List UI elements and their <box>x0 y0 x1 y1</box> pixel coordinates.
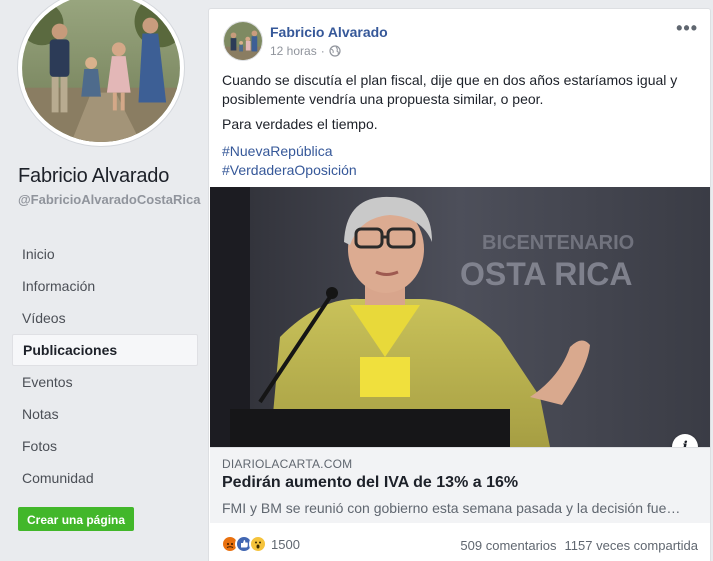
nav-item-informacion[interactable]: Información <box>12 270 198 302</box>
nav-item-inicio[interactable]: Inicio <box>12 238 198 270</box>
family-photo <box>22 0 180 142</box>
reactions-summary[interactable]: 1500 <box>221 535 300 553</box>
nav-item-fotos[interactable]: Fotos <box>12 430 198 462</box>
page-title: Fabricio Alvarado <box>18 165 170 187</box>
page-sidebar: Fabricio Alvarado @FabricioAlvaradoCosta… <box>0 0 208 561</box>
hashtag-link[interactable]: #NuevaRepública <box>222 142 692 161</box>
hashtag-link[interactable]: #VerdaderaOposición <box>222 161 692 180</box>
profile-picture[interactable] <box>18 0 184 146</box>
page-navigation: Inicio Información Vídeos Publicaciones … <box>12 238 198 494</box>
shares-count[interactable]: 1157 veces compartida <box>565 538 698 553</box>
nav-item-publicaciones[interactable]: Publicaciones <box>12 334 198 366</box>
globe-icon[interactable] <box>329 45 341 57</box>
link-description: FMI y BM se reunió con gobierno esta sem… <box>222 500 681 516</box>
engagement-counts: 509 comentarios 1157 veces compartida <box>460 538 698 553</box>
comments-count[interactable]: 509 comentarios <box>460 538 556 553</box>
page-username[interactable]: @FabricioAlvaradoCostaRica <box>18 192 202 208</box>
link-domain: DIARIOLACARTA.COM <box>222 457 353 471</box>
post-paragraph-2: Para verdades el tiempo. <box>222 116 378 132</box>
link-preview-image[interactable]: BICENTENARIO OSTA RICA <box>210 187 710 447</box>
more-options-icon[interactable]: ••• <box>676 19 698 37</box>
post-paragraph-1: Cuando se discutía el plan fiscal, dije … <box>222 72 678 107</box>
create-page-button[interactable]: Crear una página <box>18 507 135 531</box>
link-preview-caption[interactable]: DIARIOLACARTA.COM Pedirán aumento del IV… <box>210 447 710 523</box>
post-author-name[interactable]: Fabricio Alvarado <box>270 24 388 40</box>
news-photo: BICENTENARIO OSTA RICA <box>210 187 710 447</box>
meta-separator: · <box>320 44 325 58</box>
nav-item-eventos[interactable]: Eventos <box>12 366 198 398</box>
wow-reaction-icon <box>249 535 267 553</box>
nav-item-comunidad[interactable]: Comunidad <box>12 462 198 494</box>
reactions-count[interactable]: 1500 <box>271 537 300 552</box>
post-meta: 12 horas · <box>270 44 341 58</box>
nav-item-notas[interactable]: Notas <box>12 398 198 430</box>
author-avatar[interactable] <box>223 21 263 61</box>
backdrop-text-1: BICENTENARIO <box>482 232 634 254</box>
post-card: Fabricio Alvarado 12 horas · ••• Cuando … <box>208 8 711 561</box>
post-text: Cuando se discutía el plan fiscal, dije … <box>222 71 692 180</box>
nav-item-videos[interactable]: Vídeos <box>12 302 198 334</box>
author-avatar-image <box>224 22 262 60</box>
link-title[interactable]: Pedirán aumento del IVA de 13% a 16% <box>222 474 518 492</box>
post-timestamp[interactable]: 12 horas <box>270 44 317 58</box>
backdrop-text-2: OSTA RICA <box>460 256 632 292</box>
